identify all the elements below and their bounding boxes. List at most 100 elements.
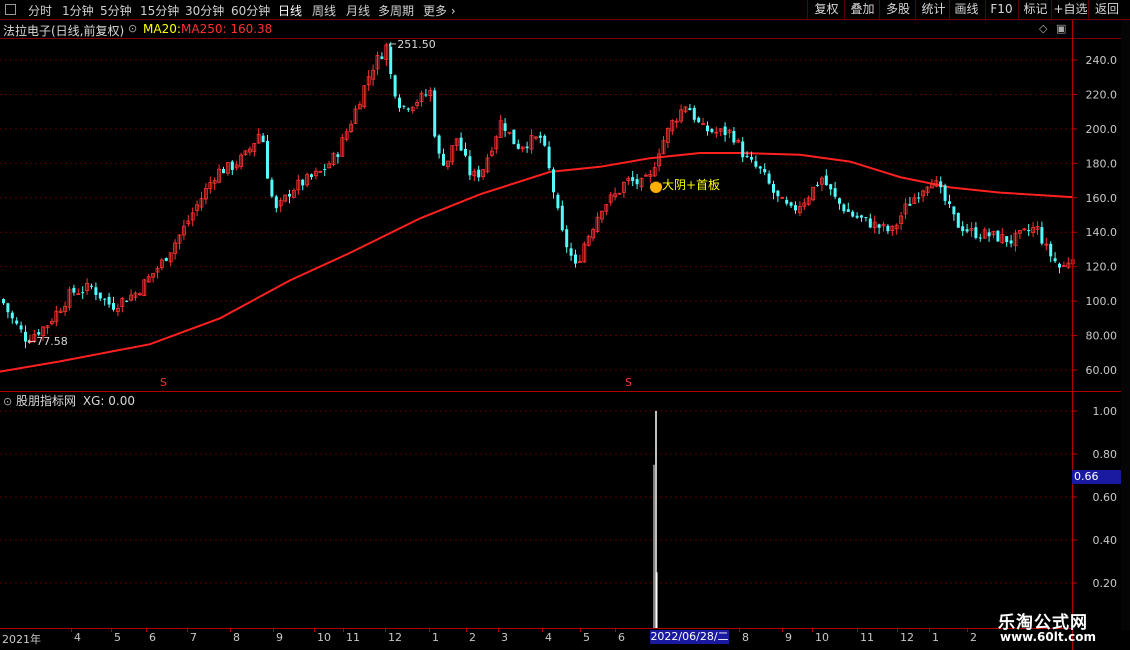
candle-body (406, 108, 410, 110)
candle-body (323, 169, 327, 171)
candle-body (437, 135, 441, 154)
candle-body (763, 169, 767, 173)
candle-body (917, 197, 921, 199)
candle-body (829, 184, 833, 190)
candle-body (908, 203, 912, 206)
candle-body (952, 206, 956, 215)
x-tick (929, 628, 930, 632)
low-price-label: ←77.58 (27, 335, 68, 348)
candle-body (877, 224, 881, 228)
candle-body (424, 94, 428, 96)
candle-body (543, 135, 547, 146)
candle-body (996, 230, 1000, 242)
price-tick-label: 100.0 (1086, 295, 1118, 308)
candle-body (569, 248, 573, 256)
candle-body (81, 292, 85, 294)
candle-body (868, 218, 872, 228)
candle-body (846, 209, 850, 212)
x-tick (857, 628, 858, 632)
x-axis-date-label: 2 (970, 631, 977, 644)
candle-body (270, 179, 274, 197)
candle-body (706, 125, 709, 132)
x-tick (498, 628, 499, 632)
x-tick (71, 628, 72, 632)
x-axis-date-label: 11 (346, 631, 360, 644)
candle-body (112, 303, 115, 310)
x-axis-date-label: 12 (900, 631, 914, 644)
x-axis-date-label: 11 (860, 631, 874, 644)
price-tick-label: 120.0 (1086, 261, 1118, 274)
candle-body (886, 225, 890, 232)
indicator-xg: XG: 0.00 (82, 394, 135, 408)
candle-body (767, 173, 771, 184)
candle-body (943, 185, 947, 201)
candle-body (512, 129, 516, 145)
candle-body (758, 166, 762, 169)
candle-body (1049, 243, 1053, 257)
x-axis-date-label: 7 (190, 631, 197, 644)
x-axis-date-label: 2 (469, 631, 476, 644)
x-tick (739, 628, 740, 632)
candle-body (103, 298, 107, 300)
candle-body (301, 179, 305, 186)
candle-body (393, 75, 397, 97)
x-axis-date-label: 4 (74, 631, 81, 644)
x-axis-date-label: 8 (233, 631, 240, 644)
candle-body (442, 153, 445, 166)
candle-body (723, 126, 727, 136)
candle-body (261, 135, 265, 143)
signal-label: ⌒ 大阴+首板 (650, 178, 721, 193)
price-tick-label: 140.0 (1086, 226, 1118, 239)
candle-body (956, 213, 960, 228)
sell-marker: S (625, 376, 632, 389)
price-tick-label: 180.0 (1086, 157, 1118, 170)
kline-chart[interactable]: 240.0 220.0 200.0 180.0 160.0 140.0 120.0 100.0… (0, 0, 1130, 650)
candle-body (402, 105, 406, 107)
x-tick (812, 628, 813, 632)
x-tick (273, 628, 274, 632)
candle-body (552, 169, 555, 193)
candle-body (948, 201, 951, 205)
candle-body (565, 229, 569, 248)
x-axis-date-label: 5 (114, 631, 121, 644)
candle-body (741, 141, 745, 158)
candle-body (965, 229, 969, 232)
candle-body (1040, 227, 1044, 244)
candle-body (851, 211, 855, 217)
x-axis-date-label: 10 (317, 631, 331, 644)
candle-body (794, 205, 797, 211)
price-tick-label: 60.00 (1086, 364, 1118, 377)
candle-body (547, 146, 551, 169)
candle-body (838, 198, 841, 204)
candle-body (10, 312, 14, 319)
candle-body (1027, 230, 1031, 232)
x-tick (967, 628, 968, 632)
candle-body (107, 296, 111, 305)
candle-body (635, 179, 639, 185)
candle-body (1058, 263, 1061, 268)
candle-body (433, 90, 437, 137)
candle-body (961, 226, 965, 232)
candle-body (864, 217, 868, 219)
x-tick (466, 628, 467, 632)
candle-body (2, 299, 5, 304)
side-scroll-strip[interactable] (1121, 20, 1130, 630)
candle-body (525, 146, 529, 149)
candle-body (398, 97, 401, 109)
candle-body (785, 199, 789, 204)
candle-body (732, 131, 736, 143)
candle-body (1009, 240, 1013, 244)
candle-body (94, 287, 98, 295)
x-axis-date-label: 1 (932, 631, 939, 644)
price-tick-label: 160.0 (1086, 192, 1118, 205)
x-axis-date-label: 6 (618, 631, 625, 644)
candle-body (697, 117, 701, 123)
candle-body (824, 175, 828, 186)
dropdown-icon[interactable]: ⊙ (3, 395, 12, 408)
x-tick (146, 628, 147, 632)
indicator-tick-label: 0.80 (1093, 448, 1118, 461)
candle-body (90, 285, 93, 287)
cursor-value-box: 0.66 (1072, 470, 1124, 484)
x-axis-date-label: 4 (545, 631, 552, 644)
sell-marker: S (160, 376, 167, 389)
